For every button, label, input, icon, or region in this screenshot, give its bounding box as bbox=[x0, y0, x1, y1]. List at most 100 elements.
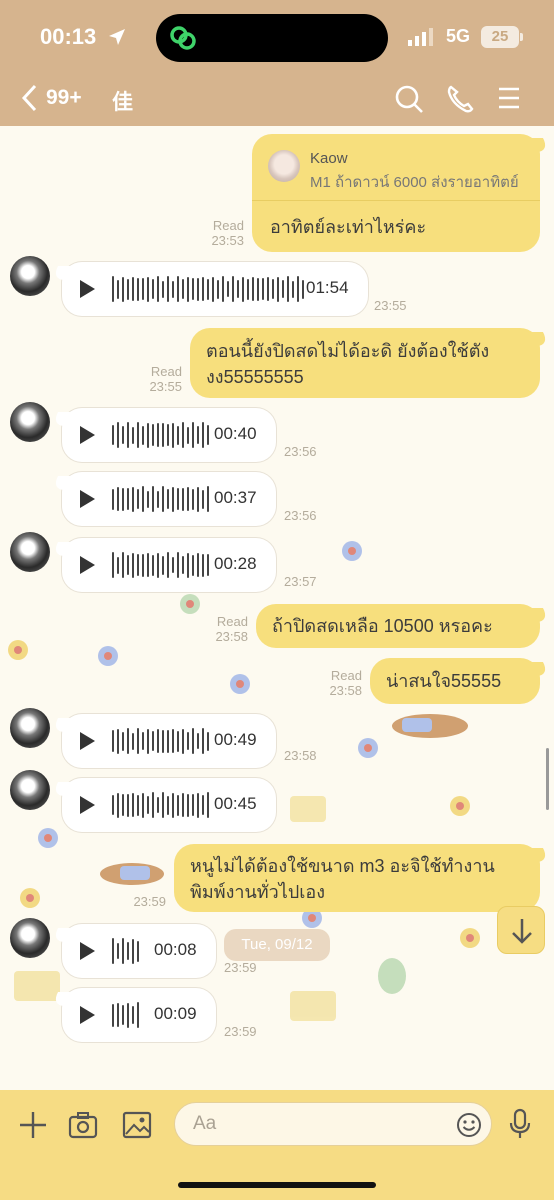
waveform-bar bbox=[202, 553, 204, 577]
waveform-bar bbox=[142, 792, 144, 818]
play-icon[interactable] bbox=[80, 426, 95, 444]
message-line: ถ้าปิดสดเหลือ 10500 หรอคะ bbox=[272, 616, 493, 636]
search-icon[interactable] bbox=[394, 84, 424, 114]
waveform-bar bbox=[117, 792, 119, 818]
message-text: อาทิตย์ละเท่าไหร่คะ bbox=[270, 217, 427, 237]
message-input[interactable] bbox=[174, 1102, 492, 1146]
waveform-bar bbox=[187, 732, 189, 750]
voice-message-bubble[interactable]: 00:40 bbox=[62, 408, 276, 462]
outgoing-message-bubble[interactable]: หนูไม่ได้ต้องใช้ขนาด m3 อะจิใช้ทำงาน พิม… bbox=[174, 844, 540, 912]
waveform-bar bbox=[197, 486, 199, 512]
network-type: 5G bbox=[446, 26, 471, 46]
waveform-bar bbox=[122, 487, 124, 511]
scroll-to-bottom-button[interactable] bbox=[497, 906, 545, 954]
waveform-bar bbox=[147, 276, 149, 302]
waveform-bar bbox=[202, 422, 204, 448]
phone-icon[interactable] bbox=[446, 84, 474, 114]
signal-icon bbox=[408, 28, 433, 46]
play-icon[interactable] bbox=[80, 732, 95, 750]
contact-avatar[interactable] bbox=[10, 770, 50, 810]
waveform-bar bbox=[152, 424, 154, 446]
message-line: พิมพ์งานทั่วไปเอง bbox=[190, 882, 325, 902]
waveform-bar bbox=[117, 1003, 119, 1027]
reply-message-bubble[interactable]: Kaow M1 ถ้าดาวน์ 6000 ส่งรายอาทิตย์ อาทิ… bbox=[252, 134, 540, 252]
contact-avatar[interactable] bbox=[10, 256, 50, 296]
waveform-bar bbox=[117, 422, 119, 448]
play-icon[interactable] bbox=[80, 1006, 95, 1024]
voice-message-bubble[interactable]: 00:49 bbox=[62, 714, 276, 768]
waveform-bar bbox=[117, 279, 119, 299]
battery-icon: 25 bbox=[481, 26, 519, 48]
waveform-bar bbox=[202, 795, 204, 815]
play-icon[interactable] bbox=[80, 490, 95, 508]
message-meta: Read 23:58 bbox=[208, 614, 248, 644]
play-icon[interactable] bbox=[80, 280, 95, 298]
waveform-bar bbox=[152, 554, 154, 576]
waveform-bar bbox=[112, 425, 114, 445]
waveform-bar bbox=[187, 552, 189, 578]
contact-avatar[interactable] bbox=[10, 708, 50, 748]
message-line: ตอนนี้ยังปิดสดไม่ได้อะดิ ยังต้องใช้ตัง bbox=[206, 341, 490, 361]
waveform-bar bbox=[132, 938, 134, 964]
microphone-icon[interactable] bbox=[508, 1108, 532, 1140]
message-line: น่าสนใจ55555 bbox=[386, 671, 502, 691]
waveform-bar bbox=[127, 1002, 129, 1028]
plus-icon[interactable] bbox=[18, 1110, 48, 1140]
waveform-bar bbox=[172, 486, 174, 512]
waveform-bar bbox=[187, 487, 189, 511]
waveform-bar bbox=[202, 728, 204, 754]
play-icon[interactable] bbox=[80, 796, 95, 814]
voice-message-bubble[interactable]: 00:08 bbox=[62, 924, 216, 978]
camera-icon[interactable] bbox=[68, 1110, 98, 1140]
waveform-bar bbox=[127, 793, 129, 817]
waveform-bar bbox=[162, 423, 164, 447]
waveform-bar bbox=[192, 422, 194, 448]
voice-message-bubble[interactable]: 00:28 bbox=[62, 538, 276, 592]
waveform-bar bbox=[292, 280, 294, 298]
quoted-text: M1 ถ้าดาวน์ 6000 ส่งรายอาทิตย์ bbox=[310, 174, 519, 191]
unread-count[interactable]: 99+ bbox=[46, 86, 82, 110]
chat-title: 佳 bbox=[112, 91, 133, 114]
chat-area[interactable]: Kaow M1 ถ้าดาวน์ 6000 ส่งรายอาทิตย์ อาทิ… bbox=[0, 126, 554, 1090]
timestamp: 23:53 bbox=[211, 233, 244, 248]
voice-message-bubble[interactable]: 00:45 bbox=[62, 778, 276, 832]
scrollbar[interactable] bbox=[546, 748, 549, 810]
waveform-bar bbox=[202, 277, 204, 301]
waveform-bar bbox=[197, 733, 199, 749]
waveform-bar bbox=[137, 1002, 139, 1028]
emoji-icon[interactable] bbox=[456, 1112, 482, 1138]
outgoing-message-bubble[interactable]: ตอนนี้ยังปิดสดไม่ได้อะดิ ยังต้องใช้ตัง ง… bbox=[190, 328, 540, 398]
waveform-bar bbox=[112, 938, 114, 964]
waveform-bar bbox=[152, 486, 154, 512]
quoted-name: Kaow bbox=[310, 150, 348, 167]
menu-icon[interactable] bbox=[498, 84, 520, 112]
waveform-bar bbox=[187, 793, 189, 817]
play-icon[interactable] bbox=[80, 556, 95, 574]
back-chevron-icon[interactable] bbox=[20, 84, 40, 112]
contact-avatar[interactable] bbox=[10, 532, 50, 572]
waveform-bar bbox=[177, 552, 179, 578]
voice-duration: 00:40 bbox=[214, 424, 257, 443]
waveform-bar bbox=[182, 487, 184, 511]
location-arrow-icon bbox=[109, 29, 125, 45]
waveform-bar bbox=[267, 277, 269, 301]
voice-message-bubble[interactable]: 00:37 bbox=[62, 472, 276, 526]
voice-message-bubble[interactable]: 01:54 bbox=[62, 262, 368, 316]
waveform-bar bbox=[187, 276, 189, 302]
waveform-bar bbox=[112, 276, 114, 302]
voice-message-bubble[interactable]: 00:09 bbox=[62, 988, 216, 1042]
timestamp: 23:56 bbox=[284, 508, 317, 523]
contact-avatar[interactable] bbox=[10, 918, 50, 958]
waveform-bar bbox=[122, 552, 124, 578]
waveform-bar bbox=[247, 278, 249, 300]
outgoing-message-bubble[interactable]: น่าสนใจ55555 bbox=[370, 658, 540, 704]
play-icon[interactable] bbox=[80, 942, 95, 960]
contact-avatar[interactable] bbox=[10, 402, 50, 442]
image-icon[interactable] bbox=[122, 1110, 152, 1140]
waveform-bar bbox=[277, 276, 279, 302]
message-line: หนูไม่ได้ต้องใช้ขนาด m3 อะจิใช้ทำงาน bbox=[190, 856, 495, 876]
timestamp: 23:59 bbox=[224, 960, 257, 975]
reply-divider bbox=[252, 200, 540, 201]
waveform-bar bbox=[167, 795, 169, 815]
outgoing-message-bubble[interactable]: ถ้าปิดสดเหลือ 10500 หรอคะ bbox=[256, 604, 540, 648]
